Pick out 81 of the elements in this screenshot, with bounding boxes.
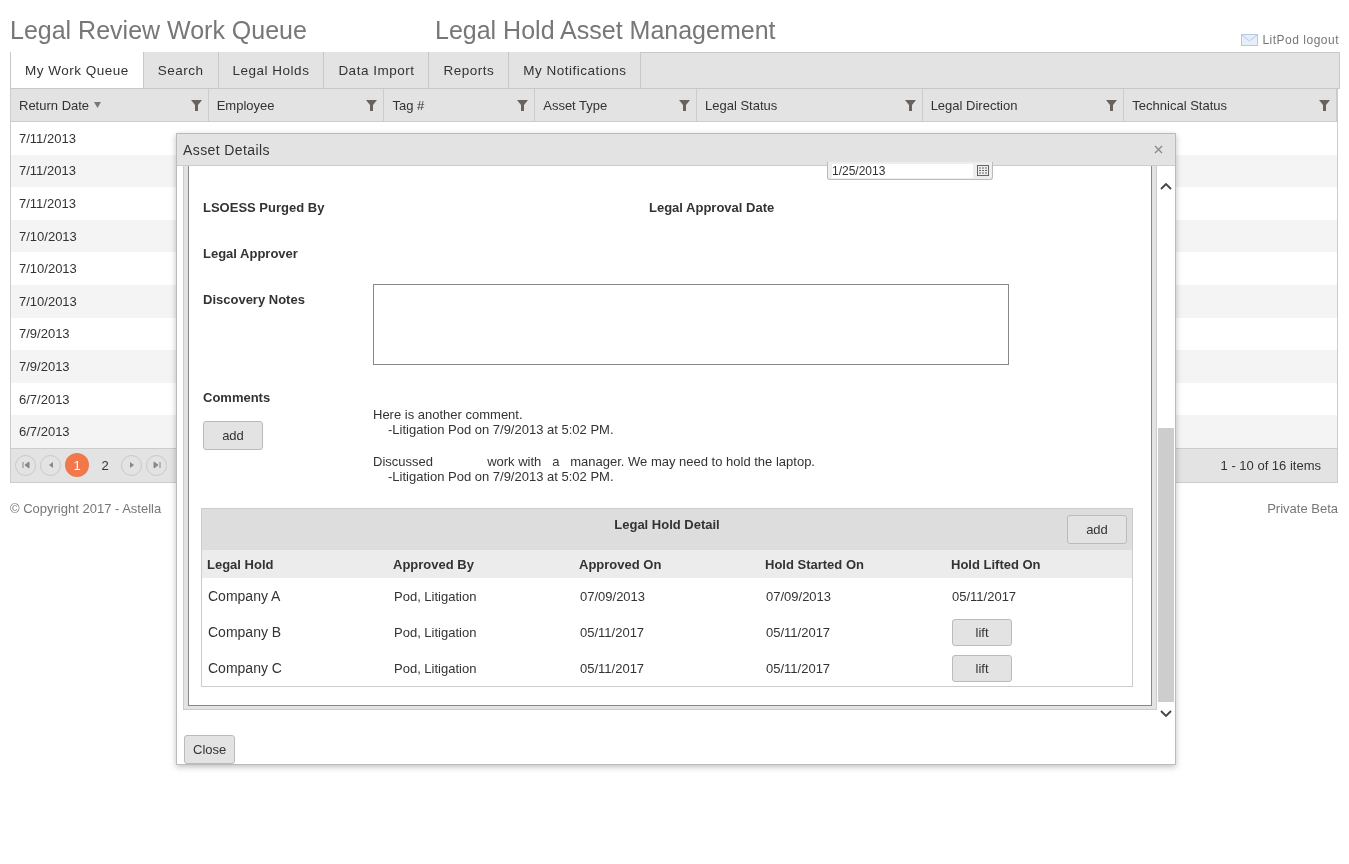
table-cell: 6/7/2013 xyxy=(19,391,70,407)
table-cell: 7/11/2013 xyxy=(19,163,76,179)
table-cell: 7/10/2013 xyxy=(19,261,77,277)
nav-tab[interactable]: My Work Queue xyxy=(11,52,144,88)
copyright-text: © Copyright 2017 - Astella xyxy=(10,500,162,516)
field-label: Legal Approver xyxy=(203,246,299,261)
table-cell: 6/7/2013 xyxy=(19,424,70,440)
panel-title: Legal Hold Detail xyxy=(614,517,720,534)
beta-label: Private Beta xyxy=(1267,500,1338,516)
lift-button[interactable]: lift xyxy=(952,654,1012,682)
dialog-title: Asset Details xyxy=(183,141,270,158)
page-title: Legal Review Work Queue xyxy=(10,16,308,45)
column-header[interactable]: Employee xyxy=(216,97,275,113)
app-title: Legal Hold Asset Management xyxy=(435,16,777,45)
table-cell-text: 05/11/2017 xyxy=(580,624,646,640)
table-cell-text: 05/11/2017 xyxy=(580,660,646,676)
table-cell-text: Company A xyxy=(208,588,282,604)
add-comment-button[interactable]: add xyxy=(203,421,263,450)
add-hold-button[interactable]: add xyxy=(1067,515,1127,544)
field-label: Discovery Notes xyxy=(203,292,306,307)
table-cell-text: Pod, Litigation xyxy=(394,588,478,604)
table-cell: 7/9/2013 xyxy=(19,326,70,342)
first-page-icon[interactable] xyxy=(21,461,30,470)
column-header[interactable]: Asset Type xyxy=(543,97,608,113)
comment-text: Here is another comment. xyxy=(373,407,524,422)
nav-tab[interactable]: Reports xyxy=(429,52,510,88)
filter-icon[interactable] xyxy=(1106,99,1118,111)
field-label: LSOESS Purged By xyxy=(203,200,326,215)
envelope-icon xyxy=(1241,34,1259,46)
nav-tab[interactable]: Search xyxy=(143,52,219,88)
comment-author: -Litigation Pod on 7/9/2013 at 5:02 PM. xyxy=(387,422,615,437)
table-cell-text: 07/09/2013 xyxy=(580,588,647,604)
table-cell-text: 07/09/2013 xyxy=(766,588,833,604)
filter-icon[interactable] xyxy=(1319,99,1330,111)
nav-tab[interactable]: My Notifications xyxy=(509,52,642,88)
filter-icon[interactable] xyxy=(679,99,690,111)
table-cell: 05/11/2017 xyxy=(952,588,1017,604)
column-header: Legal Hold xyxy=(207,556,275,572)
table-cell: 7/10/2013 xyxy=(19,228,77,244)
lift-button[interactable]: lift xyxy=(952,618,1012,646)
comment-author: -Litigation Pod on 7/9/2013 at 5:02 PM. xyxy=(387,469,615,484)
table-cell-text: Pod, Litigation xyxy=(394,624,478,640)
table-cell: 7/9/2013 xyxy=(19,358,70,374)
filter-icon[interactable] xyxy=(517,99,529,111)
column-header: Hold Lifted On xyxy=(951,556,1042,572)
scroll-up-icon[interactable] xyxy=(1160,182,1172,190)
nav-tab[interactable]: Data Import xyxy=(324,52,430,88)
nav-tab[interactable]: Legal Holds xyxy=(218,52,325,88)
filter-icon[interactable] xyxy=(190,99,202,111)
table-cell-text: 05/11/2017 xyxy=(766,660,832,676)
filter-icon[interactable] xyxy=(904,99,916,111)
table-cell-text: Company C xyxy=(208,660,283,676)
last-page-icon[interactable] xyxy=(152,461,161,470)
close-button[interactable]: Close xyxy=(184,735,236,764)
column-header[interactable]: Legal Status xyxy=(705,97,778,113)
discovery-notes-field[interactable] xyxy=(373,284,1009,365)
calendar-icon[interactable] xyxy=(977,165,989,176)
column-header[interactable]: Return Date xyxy=(19,97,90,113)
column-header[interactable]: Technical Status xyxy=(1132,97,1227,113)
table-cell: 7/11/2013 xyxy=(19,196,76,211)
table-cell-text: Company B xyxy=(208,624,283,640)
pager-summary: 1 - 10 of 16 items xyxy=(1220,457,1321,473)
comment-text: Discussed work with a manager. We may need to hold the laptop. xyxy=(373,454,815,469)
logout-link[interactable]: LitPod logout xyxy=(1262,33,1339,47)
close-icon[interactable] xyxy=(1154,145,1163,154)
column-header[interactable]: Tag # xyxy=(392,97,425,113)
next-page-icon[interactable] xyxy=(127,461,136,470)
column-header: Hold Started On xyxy=(765,556,865,572)
table-cell-text: Pod, Litigation xyxy=(394,660,478,676)
filter-icon[interactable] xyxy=(366,99,378,111)
field-label: Comments xyxy=(203,390,272,405)
column-header: Approved By xyxy=(393,556,475,572)
column-header: Approved On xyxy=(579,556,663,572)
column-header[interactable]: Legal Direction xyxy=(930,97,1018,113)
scroll-down-icon[interactable] xyxy=(1160,710,1172,718)
field-label: Legal Approval Date xyxy=(649,200,776,215)
table-cell: 7/10/2013 xyxy=(19,293,77,309)
table-cell-text: 05/11/2017 xyxy=(766,624,832,640)
page-number[interactable]: 2 xyxy=(93,453,117,478)
table-cell: 7/11/2013 xyxy=(19,130,76,146)
date-field[interactable]: 1/25/2013 xyxy=(827,162,993,180)
